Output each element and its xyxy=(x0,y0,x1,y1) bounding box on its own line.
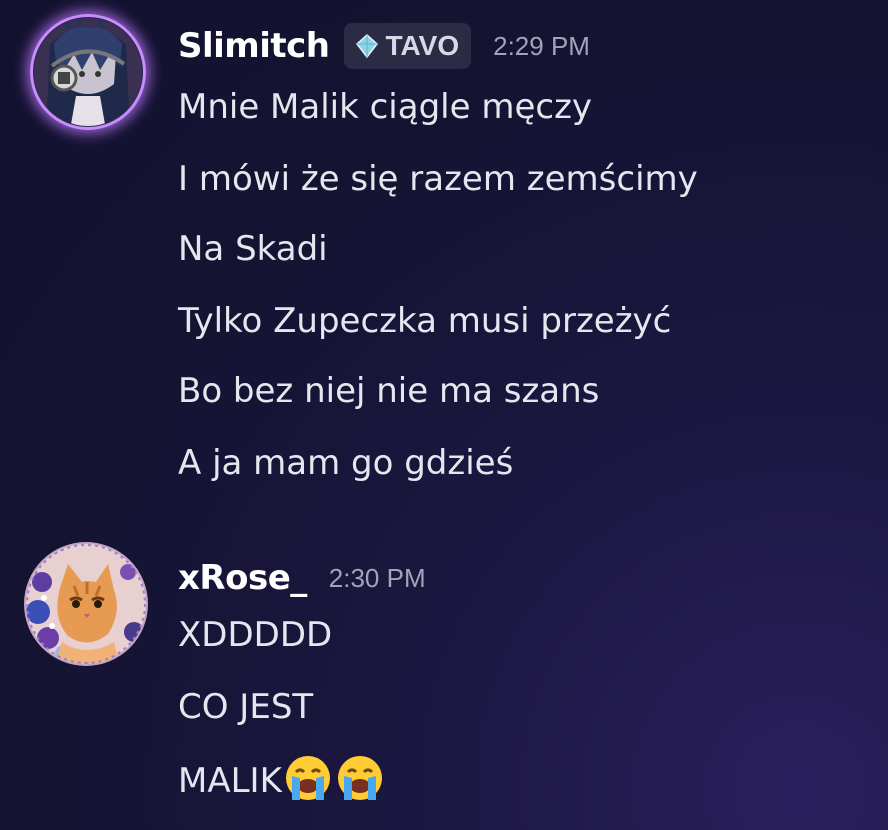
message-line: Mnie Malik ciągle męczy xyxy=(178,87,593,127)
loudly-crying-face-icon[interactable] xyxy=(282,752,334,804)
message-text: MALIK xyxy=(178,761,282,801)
message-line: CO JEST xyxy=(178,687,314,727)
timestamp[interactable]: 2:30 PM xyxy=(329,563,426,594)
username[interactable]: xRose_ xyxy=(178,558,307,598)
message-header: xRose_ 2:30 PM xyxy=(178,548,426,608)
username[interactable]: Slimitch xyxy=(178,26,330,66)
avatar-image xyxy=(26,544,146,664)
message-line: A ja mam go gdzieś xyxy=(178,443,514,483)
chat-log: Slimitch TAVO 2:29 PM Mnie Malik ciągle … xyxy=(0,0,888,830)
message-line: MALIK xyxy=(178,752,386,802)
avatar[interactable] xyxy=(24,542,148,666)
timestamp[interactable]: 2:29 PM xyxy=(493,31,590,62)
guild-tag-label: TAVO xyxy=(385,30,460,61)
loudly-crying-face-icon[interactable] xyxy=(334,752,386,804)
diamond-icon xyxy=(355,33,378,59)
avatar-image xyxy=(34,18,142,126)
message-line: XDDDDD xyxy=(178,615,333,655)
message-line: Bo bez niej nie ma szans xyxy=(178,371,600,411)
guild-tag[interactable]: TAVO xyxy=(343,23,472,69)
message-header: Slimitch TAVO 2:29 PM xyxy=(178,16,590,76)
avatar[interactable] xyxy=(30,14,146,130)
message-line: Tylko Zupeczka musi przeżyć xyxy=(178,301,672,341)
message-line: I mówi że się razem zemścimy xyxy=(178,159,698,199)
message-line: Na Skadi xyxy=(178,229,328,269)
